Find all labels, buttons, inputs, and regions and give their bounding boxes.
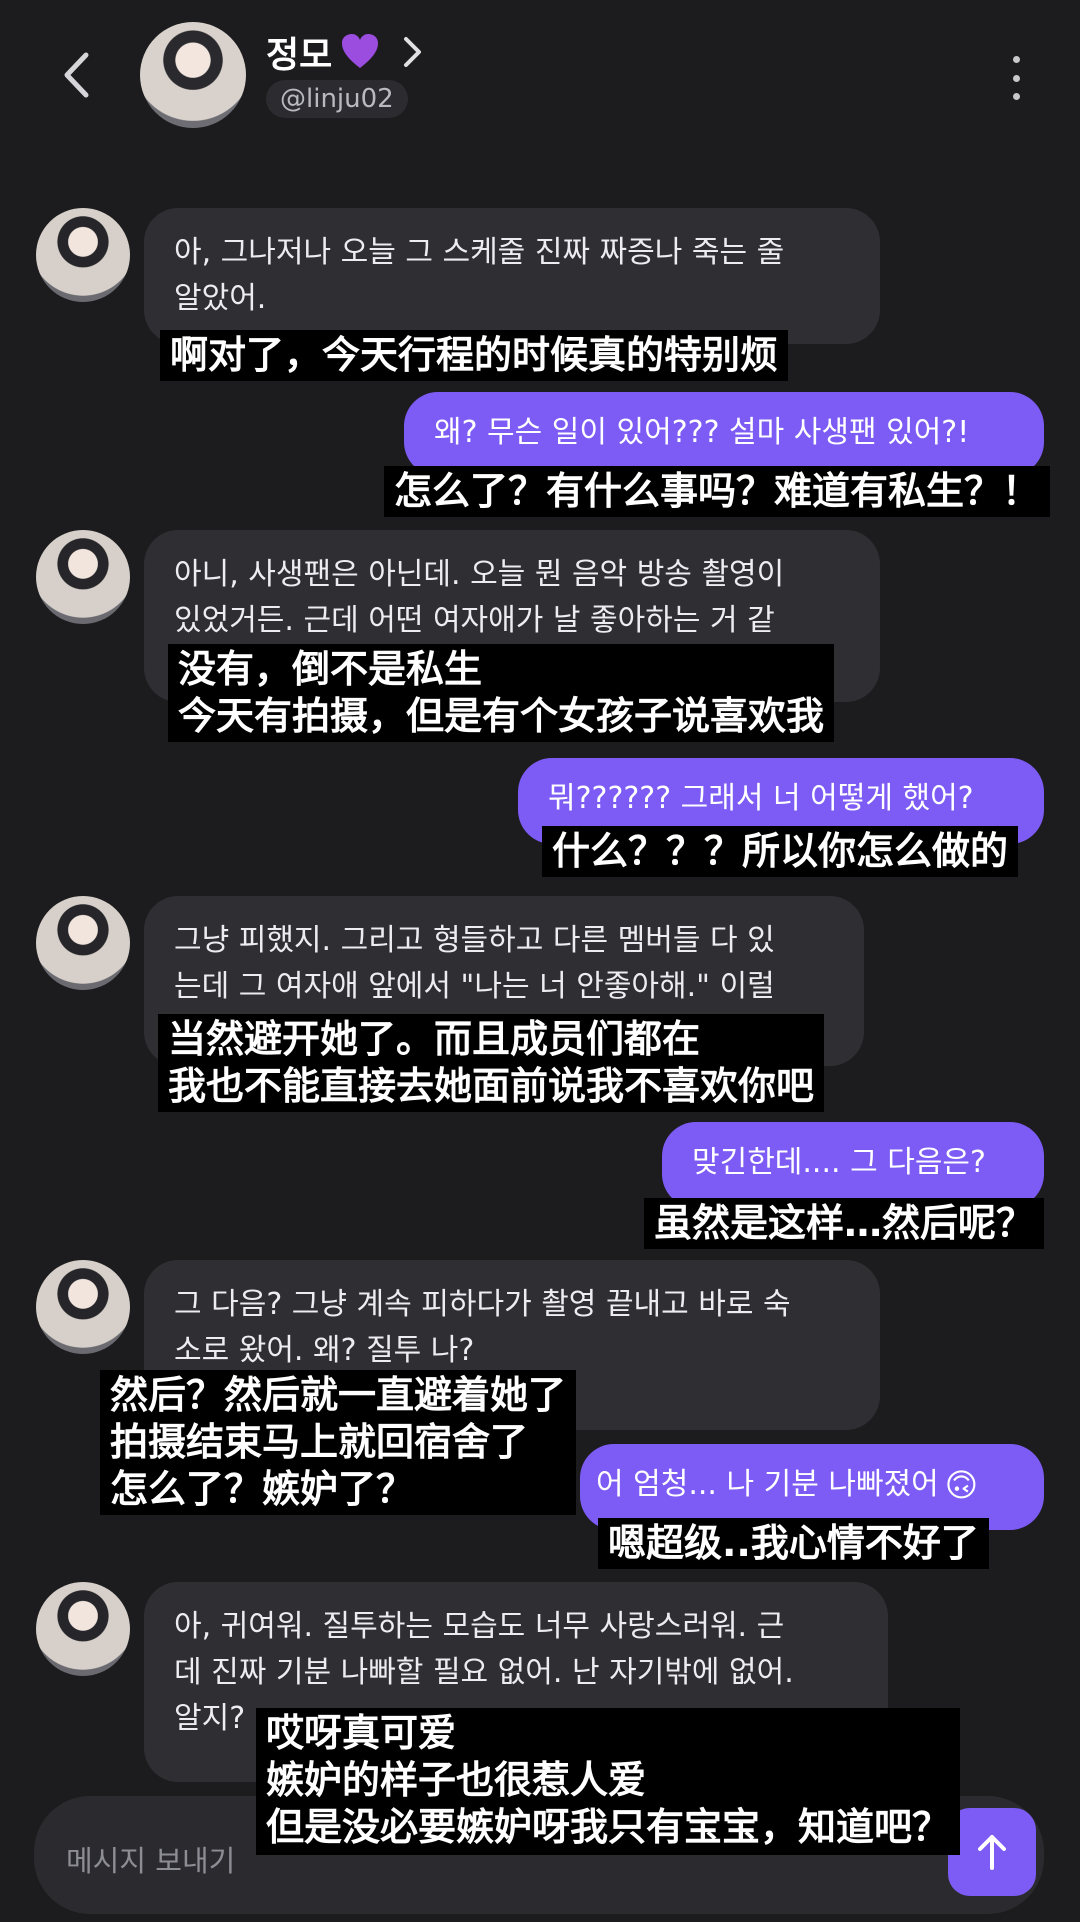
chevron-left-icon (64, 52, 89, 98)
chevron-right-icon (404, 37, 422, 67)
friend-avatar[interactable] (36, 208, 130, 302)
contact-avatar[interactable] (140, 22, 246, 128)
dot-icon (1012, 56, 1020, 63)
purple-heart-icon (342, 34, 379, 68)
arrow-up-icon (978, 1835, 1006, 1870)
message-bubble-received[interactable]: 아, 그나저나 오늘 그 스케줄 진짜 짜증나 죽는 줄 알았어. (144, 208, 880, 344)
contact-handle: @linju02 (266, 80, 408, 118)
translation-caption: 哎呀真可爱 嫉妒的样子也很惹人爱 但是没必要嫉妒呀我只有宝宝，知道吧？ (256, 1708, 961, 1855)
more-options-button[interactable] (1004, 56, 1028, 100)
message-text: 어 엄청... 나 기분 나빠졌어 (596, 1467, 939, 1502)
upside-down-face-emoji: 🙃 (944, 1466, 979, 1504)
translation-caption: 没有，倒不是私生 今天有拍摄，但是有个女孩子说喜欢我 (168, 644, 835, 742)
translation-caption: 虽然是这样…然后呢？ (644, 1198, 1045, 1249)
message-bubble-sent[interactable]: 맞긴한데.... 그 다음은? (662, 1122, 1044, 1208)
contact-name: 정모 (266, 35, 333, 76)
back-button[interactable] (52, 48, 100, 102)
dot-icon (1012, 93, 1020, 100)
translation-caption: 啊对了，今天行程的时候真的特别烦 (160, 330, 789, 381)
contact-name-row[interactable]: 정모 (266, 26, 424, 78)
friend-avatar[interactable] (36, 1260, 130, 1354)
translation-caption: 当然避开她了。而且成员们都在 我也不能直接去她面前说我不喜欢你吧 (158, 1014, 825, 1112)
send-button[interactable] (948, 1808, 1036, 1896)
dot-icon (1012, 74, 1020, 82)
friend-avatar[interactable] (36, 530, 130, 624)
translation-caption: 嗯超级..我心情不好了 (598, 1518, 989, 1569)
message-bubble-sent[interactable]: 왜? 무슨 일이 있어??? 설마 사생팬 있어?! (404, 392, 1044, 476)
friend-avatar[interactable] (36, 1582, 130, 1676)
translation-caption: 怎么了？有什么事吗？难道有私生？！ (384, 466, 1051, 517)
message-input-placeholder: 메시지 보내기 (66, 1844, 236, 1878)
translation-caption: 什么？？？所以你怎么做的 (542, 826, 1019, 877)
friend-avatar[interactable] (36, 896, 130, 990)
translation-caption: 然后？然后就一直避着她了 拍摄结束马上就回宿舍了 怎么了？嫉妒了？ (100, 1370, 577, 1515)
